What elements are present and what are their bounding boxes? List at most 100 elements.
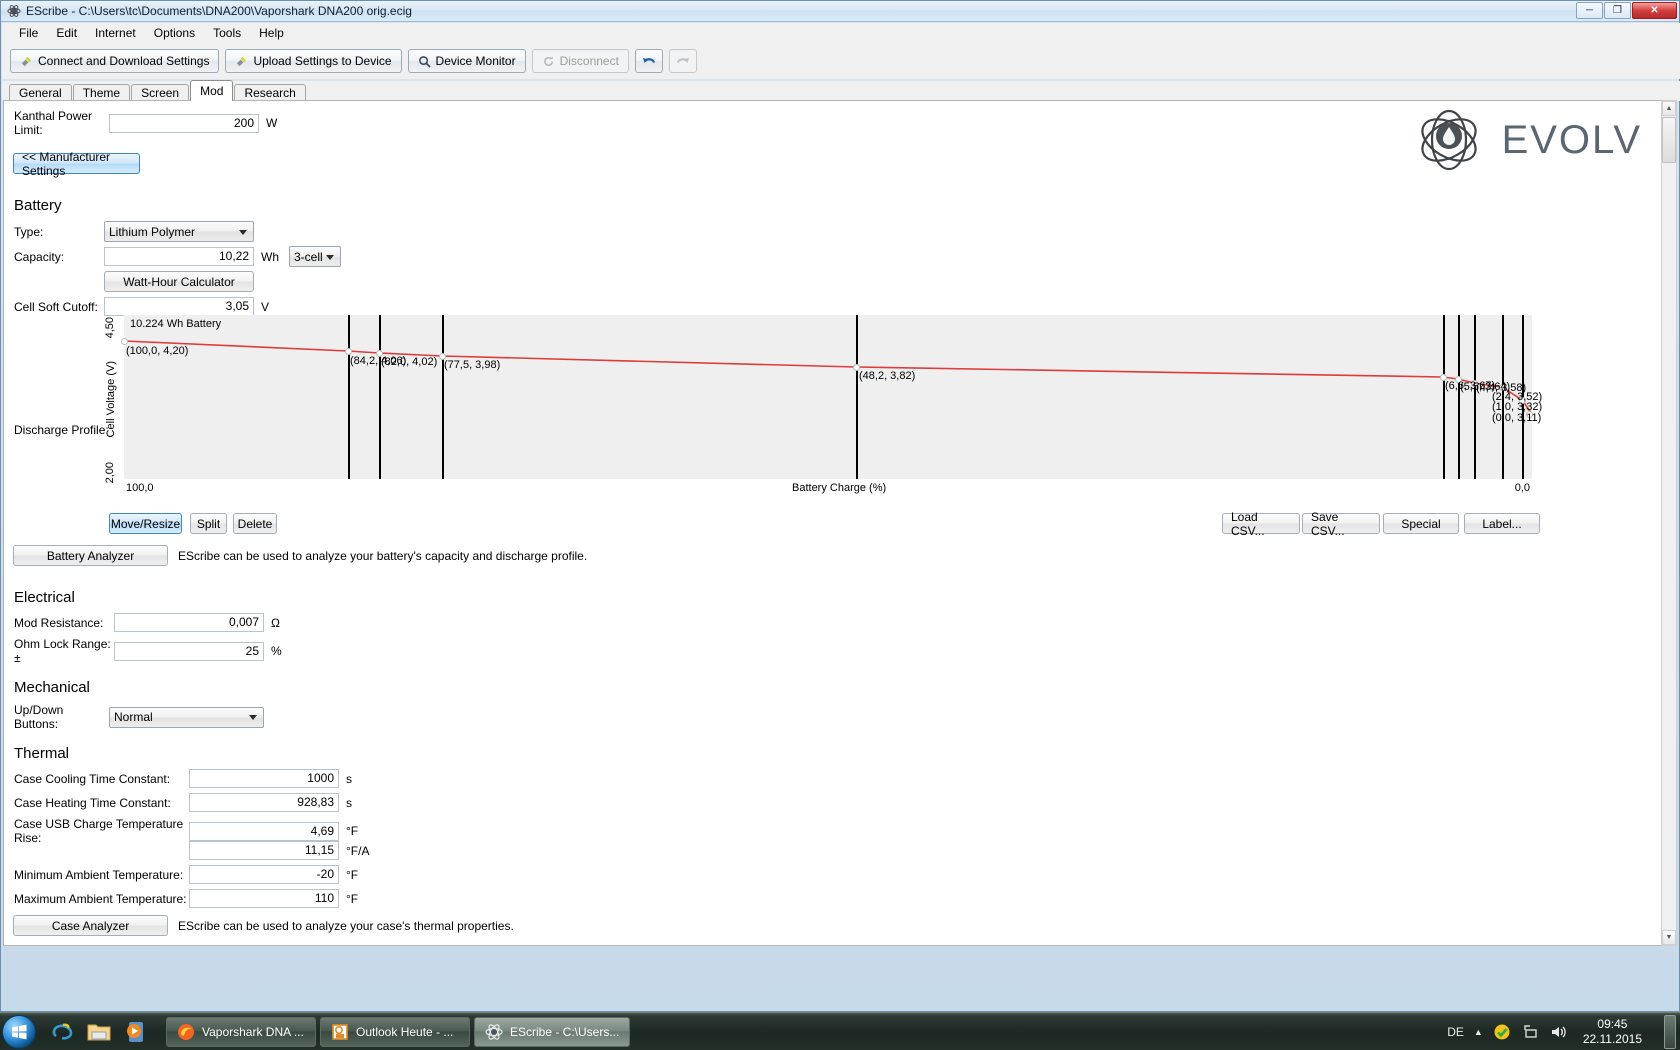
window-controls: ─ ❐ ✕ (1576, 2, 1677, 19)
menu-internet[interactable]: Internet (86, 24, 145, 42)
data-point[interactable] (121, 338, 128, 345)
undo-button[interactable] (635, 49, 663, 73)
show-desktop-button[interactable] (1664, 1015, 1676, 1049)
cell-soft-cutoff-input[interactable]: 3,05 (104, 297, 254, 316)
mod-resistance-unit: Ω (271, 616, 280, 630)
case-heating-input[interactable]: 928,83 (189, 793, 339, 812)
menu-edit[interactable]: Edit (47, 24, 86, 42)
data-point-label: (77,5, 3,98) (444, 359, 500, 371)
kanthal-power-limit-input[interactable]: 200 (109, 114, 259, 133)
save-csv-button[interactable]: Save CSV... (1302, 513, 1380, 534)
ohm-lock-range-row: Ohm Lock Range: ± 25 % (14, 637, 282, 665)
updown-buttons-select[interactable]: Normal (109, 707, 264, 728)
cell-count-value: 3-cell (294, 250, 323, 264)
taskbar-item-vaporshark[interactable]: Vaporshark DNA ... (166, 1017, 316, 1047)
battery-capacity-input[interactable]: 10,22 (104, 247, 254, 266)
discharge-curve (124, 315, 1532, 479)
taskbar: Vaporshark DNA ... Outlook Heute - ... (0, 1012, 1680, 1050)
antivirus-icon[interactable] (1493, 1023, 1511, 1041)
mod-resistance-label: Mod Resistance: (14, 616, 114, 630)
clock[interactable]: 09:45 22.11.2015 (1577, 1017, 1648, 1047)
case-cooling-row: Case Cooling Time Constant: 1000 s (14, 769, 352, 788)
device-monitor-button[interactable]: Device Monitor (408, 49, 526, 73)
taskbar-item-label: Outlook Heute - ... (356, 1025, 453, 1039)
menu-options[interactable]: Options (145, 24, 204, 42)
case-heating-label: Case Heating Time Constant: (14, 796, 189, 810)
file-explorer-icon[interactable] (86, 1019, 112, 1045)
tab-strip: General Theme Screen Mod Research (2, 81, 1680, 101)
ohm-lock-range-label: Ohm Lock Range: ± (14, 637, 114, 665)
toolbar: Connect and Download Settings Upload Set… (2, 43, 1680, 79)
usb-charge-temp-rise-per-amp-input[interactable]: 11,15 (189, 841, 339, 860)
load-csv-button[interactable]: Load CSV... (1222, 513, 1300, 534)
max-ambient-temp-label: Maximum Ambient Temperature: (14, 892, 189, 906)
taskbar-item-label: Vaporshark DNA ... (202, 1025, 304, 1039)
desktop: EScribe - C:\Users\tc\Documents\DNA200\V… (0, 0, 1680, 1050)
maximize-button[interactable]: ❐ (1604, 2, 1631, 19)
disconnect-label: Disconnect (560, 54, 619, 68)
task-buttons: Vaporshark DNA ... Outlook Heute - ... (166, 1017, 630, 1047)
special-button[interactable]: Special (1383, 513, 1459, 534)
connect-download-button[interactable]: Connect and Download Settings (10, 49, 219, 73)
show-hidden-icons-button[interactable]: ▲ (1474, 1027, 1483, 1037)
taskbar-item-escribe[interactable]: EScribe - C:\Users... (474, 1017, 630, 1047)
move-resize-button[interactable]: Move/Resize (109, 513, 182, 534)
volume-icon[interactable] (1549, 1023, 1567, 1041)
start-button[interactable] (2, 1015, 36, 1049)
taskbar-item-outlook[interactable]: Outlook Heute - ... (320, 1017, 470, 1047)
ohm-lock-range-unit: % (271, 644, 282, 658)
device-monitor-label: Device Monitor (436, 54, 516, 68)
plot-area[interactable]: 10.224 Wh Battery (124, 315, 1532, 479)
upload-settings-button[interactable]: Upload Settings to Device (225, 49, 401, 73)
mechanical-heading: Mechanical (14, 679, 90, 696)
manufacturer-settings-button[interactable]: << Manufacturer Settings (13, 153, 140, 174)
evolv-logo: EVOLV (1410, 109, 1642, 171)
cell-count-select[interactable]: 3-cell (289, 246, 341, 267)
tab-mod[interactable]: Mod (190, 80, 233, 101)
battery-analyzer-button[interactable]: Battery Analyzer (13, 545, 168, 566)
electrical-heading: Electrical (14, 589, 75, 606)
delete-button[interactable]: Delete (233, 513, 277, 534)
tab-general[interactable]: General (9, 84, 72, 101)
x-axis-title: Battery Charge (%) (792, 482, 886, 494)
connect-download-label: Connect and Download Settings (38, 54, 209, 68)
tab-theme[interactable]: Theme (73, 84, 130, 101)
menu-help[interactable]: Help (250, 24, 293, 42)
case-analyzer-button[interactable]: Case Analyzer (13, 915, 168, 936)
minimize-button[interactable]: ─ (1576, 2, 1603, 19)
case-cooling-label: Case Cooling Time Constant: (14, 772, 189, 786)
split-button[interactable]: Split (190, 513, 227, 534)
menu-bar: File Edit Internet Options Tools Help (2, 23, 1680, 43)
network-icon[interactable] (1521, 1023, 1539, 1041)
max-ambient-temp-input[interactable]: 110 (189, 889, 339, 908)
watt-hour-calculator-button[interactable]: Watt-Hour Calculator (104, 271, 254, 292)
tab-screen[interactable]: Screen (131, 84, 189, 101)
language-indicator[interactable]: DE (1447, 1025, 1464, 1039)
max-ambient-temp-unit: °F (346, 892, 358, 906)
tab-research[interactable]: Research (234, 84, 305, 101)
internet-explorer-icon[interactable] (50, 1019, 76, 1045)
scrollbar-thumb[interactable] (1662, 117, 1676, 163)
x-tick-right: 0,0 (1515, 482, 1530, 494)
scroll-up-button[interactable]: ▲ (1662, 101, 1676, 116)
ohm-lock-range-input[interactable]: 25 (114, 642, 264, 661)
data-point-label: (0,0, 3,11) (1492, 412, 1541, 424)
quick-launch (50, 1019, 148, 1045)
battery-type-row: Type: Lithium Polymer (14, 221, 254, 242)
case-cooling-input[interactable]: 1000 (189, 769, 339, 788)
label-button[interactable]: Label... (1464, 513, 1540, 534)
mod-resistance-input[interactable]: 0,007 (114, 613, 264, 632)
battery-capacity-row: Capacity: 10,22 Wh 3-cell (14, 246, 341, 267)
min-ambient-temp-input[interactable]: -20 (189, 865, 339, 884)
min-ambient-temp-row: Minimum Ambient Temperature: -20 °F (14, 865, 358, 884)
data-point[interactable] (345, 348, 352, 355)
battery-type-select[interactable]: Lithium Polymer (104, 221, 254, 242)
scroll-down-button[interactable]: ▼ (1662, 930, 1676, 945)
menu-tools[interactable]: Tools (204, 24, 250, 42)
menu-file[interactable]: File (10, 24, 47, 42)
close-button[interactable]: ✕ (1632, 2, 1677, 19)
usb-charge-temp-rise-input[interactable]: 4,69 (189, 822, 339, 841)
discharge-profile-chart[interactable]: 4,50 2,00 Cell Voltage (V) 10.224 Wh Bat… (102, 315, 1532, 485)
media-player-icon[interactable] (122, 1019, 148, 1045)
vertical-scrollbar[interactable]: ▲ ▼ (1661, 100, 1677, 946)
